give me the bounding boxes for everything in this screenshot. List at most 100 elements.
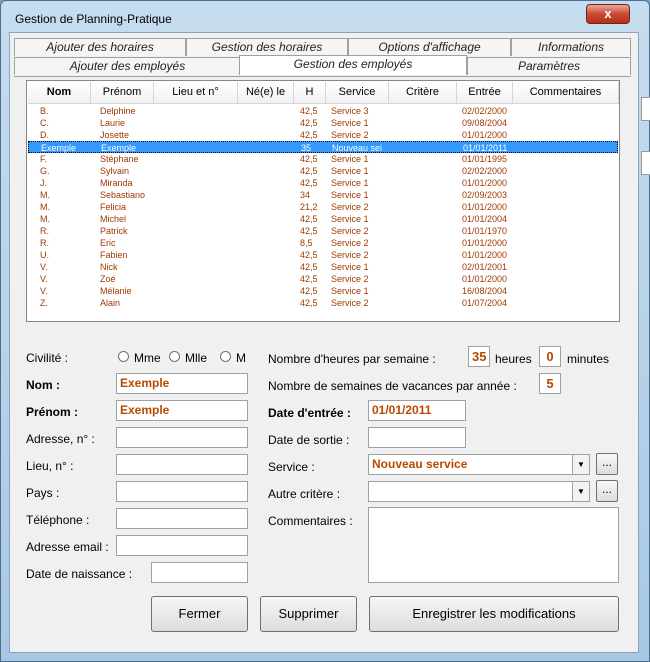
list-cell: Service 1 bbox=[331, 178, 369, 188]
sortie-input[interactable] bbox=[368, 427, 466, 448]
radio-mme[interactable] bbox=[118, 351, 129, 362]
adresse-input[interactable] bbox=[116, 427, 248, 448]
tab-gestion-horaires[interactable]: Gestion des horaires bbox=[186, 38, 348, 56]
list-item[interactable]: R. Eric 8,5 Service 2 01/01/2000 bbox=[28, 237, 618, 249]
heures-unit: heures bbox=[495, 352, 532, 366]
list-cell: 42,5 bbox=[300, 166, 318, 176]
heures-input[interactable]: 35 bbox=[468, 346, 490, 367]
list-cell: Zoé bbox=[100, 274, 116, 284]
list-cell: F. bbox=[40, 154, 48, 164]
naissance-label: Date de naissance : bbox=[26, 567, 133, 581]
tab-parametres[interactable]: Paramètres bbox=[467, 57, 631, 75]
tab-gestion-employes[interactable]: Gestion des employés bbox=[239, 55, 467, 75]
commentaires-textarea[interactable] bbox=[368, 507, 619, 583]
list-cell: 01/01/2000 bbox=[462, 202, 508, 212]
column-header[interactable]: Critère bbox=[389, 82, 457, 104]
telephone-input[interactable] bbox=[116, 508, 248, 529]
list-cell: 16/08/2004 bbox=[462, 286, 508, 296]
column-header[interactable]: H bbox=[294, 82, 326, 104]
service-ellipsis-button[interactable]: ... bbox=[596, 453, 618, 475]
list-cell: 42,5 bbox=[300, 250, 318, 260]
list-item[interactable]: Exemple Exemple 35 Nouveau sei 01/01/2011 bbox=[28, 141, 618, 153]
radio-mme-label: Mme bbox=[134, 351, 161, 365]
vacances-input[interactable]: 5 bbox=[539, 373, 561, 394]
list-cell: Service 2 bbox=[331, 274, 369, 284]
list-cell: Service 1 bbox=[331, 214, 369, 224]
nom-input[interactable]: Exemple bbox=[116, 373, 248, 394]
list-item[interactable]: F. Stéphane 42,5 Service 1 01/01/1995 bbox=[28, 153, 618, 165]
list-item[interactable]: V. Nick 42,5 Service 1 02/01/2001 bbox=[28, 261, 618, 273]
radio-m[interactable] bbox=[220, 351, 231, 362]
employee-list[interactable]: Nom Prénom Lieu et n° Né(e) le H Service… bbox=[26, 80, 620, 322]
pays-input[interactable] bbox=[116, 481, 248, 502]
list-item[interactable]: G. Sylvain 42,5 Service 1 02/02/2000 bbox=[28, 165, 618, 177]
column-header[interactable]: Nom bbox=[28, 82, 91, 104]
minutes-input[interactable]: 0 bbox=[539, 346, 561, 367]
list-cell: Service 2 bbox=[331, 298, 369, 308]
supprimer-button[interactable]: Supprimer bbox=[260, 596, 357, 632]
email-input[interactable] bbox=[116, 535, 248, 556]
list-item[interactable]: B. Delphine 42,5 Service 3 02/02/2000 bbox=[28, 105, 618, 117]
prenom-input[interactable]: Exemple bbox=[116, 400, 248, 421]
list-cell: Mélanie bbox=[100, 286, 132, 296]
column-header[interactable]: Service bbox=[326, 82, 389, 104]
column-header[interactable]: Né(e) le bbox=[238, 82, 294, 104]
column-header[interactable]: Prénom bbox=[91, 82, 154, 104]
list-cell: 02/01/2001 bbox=[462, 262, 508, 272]
list-cell: Z. bbox=[40, 298, 48, 308]
list-cell: Service 2 bbox=[331, 250, 369, 260]
critere-combo[interactable]: ▼ bbox=[368, 481, 590, 502]
list-cell: Miranda bbox=[100, 178, 133, 188]
list-item[interactable]: D. Josette 42,5 Service 2 01/01/2000 bbox=[28, 129, 618, 141]
list-cell: Service 1 bbox=[331, 118, 369, 128]
list-item[interactable]: M. Felicia 21,2 Service 2 01/01/2000 bbox=[28, 201, 618, 213]
lieu-input[interactable] bbox=[116, 454, 248, 475]
column-header[interactable]: Commentaires bbox=[513, 82, 619, 104]
background-window-edge bbox=[641, 151, 650, 175]
chevron-down-icon[interactable]: ▼ bbox=[572, 482, 589, 501]
list-item[interactable]: Z. Alain 42,5 Service 2 01/07/2004 bbox=[28, 297, 618, 309]
prenom-label: Prénom : bbox=[26, 405, 79, 419]
list-cell: 42,5 bbox=[300, 286, 318, 296]
critere-ellipsis-button[interactable]: ... bbox=[596, 480, 618, 502]
tab-ajouter-horaires[interactable]: Ajouter des horaires bbox=[14, 38, 186, 56]
list-cell: 01/01/2000 bbox=[462, 130, 508, 140]
close-button[interactable]: x bbox=[586, 4, 630, 24]
list-cell: 01/01/1970 bbox=[462, 226, 508, 236]
radio-mlle[interactable] bbox=[169, 351, 180, 362]
list-cell: 42,5 bbox=[300, 106, 318, 116]
list-cell: 34 bbox=[300, 190, 311, 200]
list-item[interactable]: C. Laurie 42,5 Service 1 09/08/2004 bbox=[28, 117, 618, 129]
list-cell: 42,5 bbox=[300, 154, 318, 164]
entree-input[interactable]: 01/01/2011 bbox=[368, 400, 466, 421]
list-item[interactable]: U. Fabien 42,5 Service 2 01/01/2000 bbox=[28, 249, 618, 261]
list-item[interactable]: M. Sebastiano 34 Service 1 02/09/2003 bbox=[28, 189, 618, 201]
list-cell: R. bbox=[40, 238, 49, 248]
tab-informations[interactable]: Informations bbox=[511, 38, 631, 56]
list-cell: Fabien bbox=[100, 250, 128, 260]
naissance-input[interactable] bbox=[151, 562, 248, 583]
list-item[interactable]: V. Zoé 42,5 Service 2 01/01/2000 bbox=[28, 273, 618, 285]
list-cell: Service 2 bbox=[331, 238, 369, 248]
list-cell: Service 3 bbox=[331, 106, 369, 116]
fermer-button[interactable]: Fermer bbox=[151, 596, 248, 632]
list-cell: 42,5 bbox=[300, 178, 318, 188]
list-cell: 01/01/2000 bbox=[462, 250, 508, 260]
list-cell: Service 1 bbox=[331, 154, 369, 164]
tab-ajouter-employes[interactable]: Ajouter des employés bbox=[14, 57, 241, 75]
list-cell: M. bbox=[40, 214, 50, 224]
list-item[interactable]: M. Michel 42,5 Service 1 01/01/2004 bbox=[28, 213, 618, 225]
list-cell: 02/02/2000 bbox=[462, 166, 508, 176]
service-combo[interactable]: Nouveau service ▼ bbox=[368, 454, 590, 475]
list-item[interactable]: V. Mélanie 42,5 Service 1 16/08/2004 bbox=[28, 285, 618, 297]
list-cell: Josette bbox=[100, 130, 130, 140]
list-cell: Felicia bbox=[100, 202, 127, 212]
column-header[interactable]: Lieu et n° bbox=[154, 82, 238, 104]
enregistrer-button[interactable]: Enregistrer les modifications bbox=[369, 596, 619, 632]
column-header[interactable]: Entrée bbox=[457, 82, 513, 104]
tab-options-affichage[interactable]: Options d'affichage bbox=[348, 38, 511, 56]
list-item[interactable]: J. Miranda 42,5 Service 1 01/01/2000 bbox=[28, 177, 618, 189]
list-item[interactable]: R. Patrick 42,5 Service 2 01/01/1970 bbox=[28, 225, 618, 237]
list-cell: Eric bbox=[100, 238, 116, 248]
chevron-down-icon[interactable]: ▼ bbox=[572, 455, 589, 474]
